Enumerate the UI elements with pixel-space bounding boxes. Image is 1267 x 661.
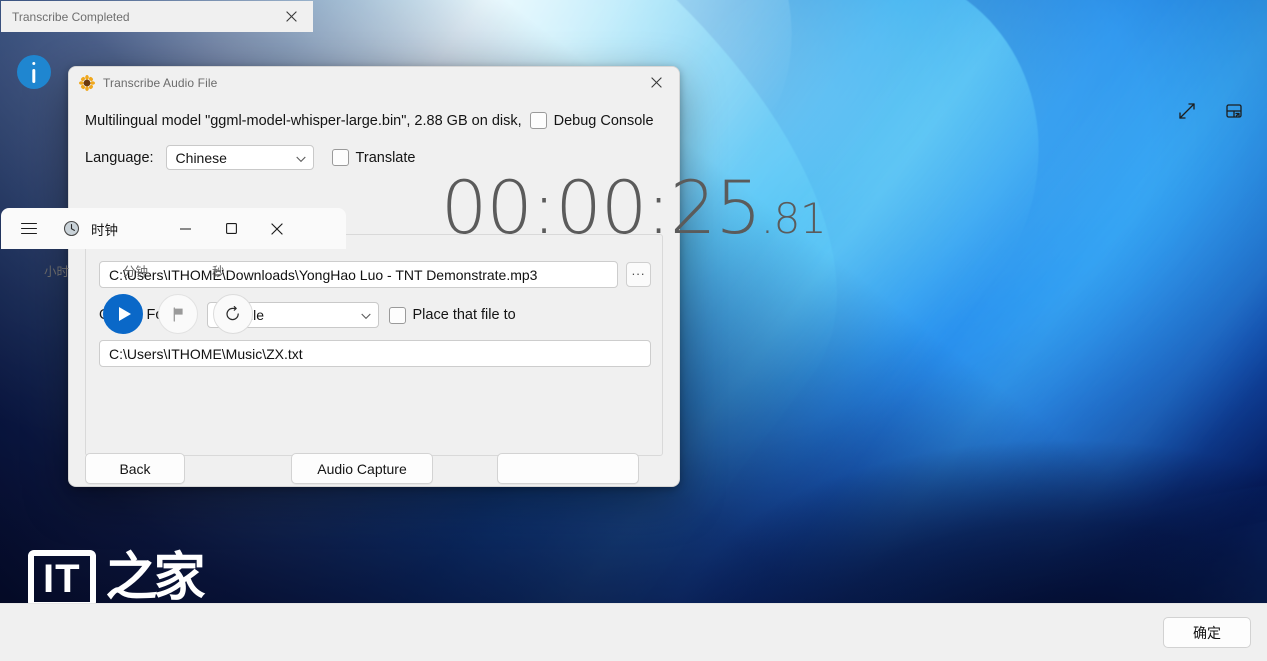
unit-label-seconds: 秒 (212, 261, 225, 280)
debug-console-checkbox[interactable]: Debug Console (530, 112, 654, 129)
model-info-text: Multilingual model "ggml-model-whisper-l… (85, 113, 522, 129)
chevron-down-icon (296, 150, 306, 166)
stopwatch-time: 00:00:25.81 (0, 207, 347, 255)
stopwatch-controls (0, 294, 347, 334)
close-icon[interactable] (269, 1, 313, 32)
unit-label-hours: 小时 (44, 261, 69, 280)
output-file-path-field[interactable]: C:\Users\ITHOME\Music\ZX.txt (99, 340, 651, 367)
messagebox-footer: 确定 (0, 603, 1267, 661)
play-icon (119, 307, 131, 321)
flag-icon (170, 306, 187, 323)
transcribe-titlebar[interactable]: Transcribe Audio File (69, 67, 679, 98)
watermark-logo-latin: IT (28, 550, 96, 608)
messagebox-title: Transcribe Completed (12, 10, 130, 24)
checkbox-box (530, 112, 547, 129)
watermark-logo-cn: 之家 (106, 550, 202, 606)
language-value: Chinese (176, 150, 227, 166)
debug-console-label: Debug Console (554, 113, 654, 129)
model-info-row: Multilingual model "ggml-model-whisper-l… (85, 112, 663, 129)
close-icon[interactable] (633, 67, 679, 98)
info-icon (17, 55, 51, 89)
sunflower-icon (79, 75, 95, 91)
stopwatch-display: 00:00:25.81 小时 分钟 秒 (0, 207, 347, 281)
back-button[interactable]: Back (85, 453, 185, 484)
audio-capture-button[interactable]: Audio Capture (291, 453, 433, 484)
transcribe-action-button[interactable] (497, 453, 639, 484)
unit-label-minutes: 分钟 (123, 261, 148, 280)
stopwatch-unit-labels: 小时 分钟 秒 (0, 261, 347, 281)
transcribe-window-title: Transcribe Audio File (103, 76, 217, 90)
language-label: Language: (85, 150, 154, 166)
language-select[interactable]: Chinese (166, 145, 314, 170)
ok-button[interactable]: 确定 (1163, 617, 1251, 648)
checkbox-box (332, 149, 349, 166)
reset-button[interactable] (213, 294, 253, 334)
desktop-screen: IT 之家 www.ithome.com (0, 0, 1267, 661)
lap-button[interactable] (158, 294, 198, 334)
dialog-footer: Back Audio Capture (69, 453, 679, 484)
play-button[interactable] (103, 294, 143, 334)
translate-checkbox[interactable]: Translate (332, 149, 416, 166)
reset-icon (224, 305, 242, 323)
translate-label: Translate (356, 150, 416, 166)
messagebox-titlebar[interactable]: Transcribe Completed (1, 1, 313, 32)
